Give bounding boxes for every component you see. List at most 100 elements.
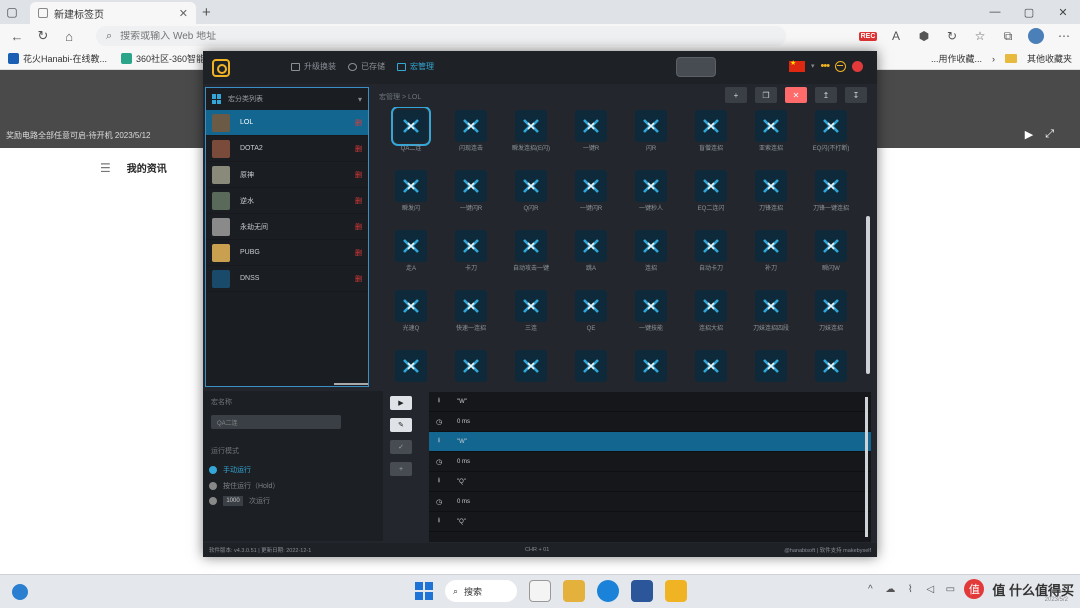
file-explorer-icon[interactable] [563, 580, 585, 602]
macro-item[interactable] [501, 347, 561, 389]
macro-item[interactable] [441, 347, 501, 389]
macro-item[interactable]: 一键R [561, 107, 621, 167]
chevron-up-icon[interactable]: ^ [864, 583, 876, 595]
device-selector[interactable] [676, 57, 716, 77]
horizontal-scrollbar[interactable] [334, 383, 368, 385]
step-row[interactable]: ⭳ "Q" [429, 512, 871, 532]
favorite-overflow[interactable]: ...用作收藏... [931, 52, 982, 65]
delete-group-icon[interactable]: 删 [355, 222, 362, 232]
fullscreen-icon[interactable]: ⤢ [1045, 128, 1054, 141]
step-row[interactable]: ⭳ "Q" [429, 472, 871, 492]
macro-item[interactable]: 光速Q [381, 287, 441, 347]
close-tab-icon[interactable]: ✕ [179, 7, 188, 20]
macro-item[interactable]: 三连 [501, 287, 561, 347]
refresh-icon[interactable]: ↻ [32, 25, 54, 47]
chevron-right-icon[interactable]: › [992, 54, 995, 64]
favorites-icon[interactable]: ☆ [970, 26, 990, 46]
macro-app-taskbar-icon[interactable] [665, 580, 687, 602]
macro-item[interactable]: 亚索连招 [741, 107, 801, 167]
weather-icon[interactable] [12, 584, 28, 600]
macro-item[interactable] [741, 347, 801, 389]
macro-item[interactable]: 卡刀 [441, 227, 501, 287]
new-tab-button[interactable]: + [202, 4, 211, 21]
nav-saved[interactable]: 已存储 [348, 61, 385, 72]
macro-item[interactable]: 自动卡刀 [681, 227, 741, 287]
menu-icon[interactable]: ☰ [100, 161, 111, 175]
macro-item[interactable]: 闪R [621, 107, 681, 167]
delete-group-icon[interactable]: 删 [355, 118, 362, 128]
record-icon[interactable]: REC [858, 26, 878, 46]
battery-icon[interactable]: ▭ [944, 583, 956, 595]
repeat-count-field[interactable]: 1000 [223, 496, 243, 506]
read-aloud-icon[interactable]: A [886, 26, 906, 46]
nav-macro[interactable]: 宏管理 [397, 61, 434, 72]
windows-start-icon[interactable] [415, 582, 433, 600]
macro-item[interactable]: 刀锋连招 [741, 167, 801, 227]
macro-item[interactable]: 一键闪R [561, 167, 621, 227]
delete-macro-button[interactable]: ✕ [785, 87, 807, 103]
macro-item[interactable]: 连招大招 [681, 287, 741, 347]
close-window-icon[interactable]: ✕ [1046, 6, 1080, 19]
group-item[interactable]: DNSS 删 [206, 266, 368, 292]
macro-item[interactable]: 盲僧连招 [681, 107, 741, 167]
chevron-down-icon[interactable]: ▾ [811, 62, 815, 70]
step-row[interactable]: ◷ 0 ms [429, 452, 871, 472]
maximize-icon[interactable]: ▢ [1012, 6, 1046, 19]
browser-tab[interactable]: 新建标签页 ✕ [30, 2, 196, 24]
add-step-button[interactable]: + [390, 462, 412, 476]
delete-group-icon[interactable]: 删 [355, 170, 362, 180]
import-button[interactable]: ↥ [815, 87, 837, 103]
group-item[interactable]: 原神 删 [206, 162, 368, 188]
macro-item[interactable]: 刀锋一键连招 [801, 167, 861, 227]
other-favorites[interactable]: 其他收藏夹 [1027, 52, 1072, 65]
delete-group-icon[interactable]: 删 [355, 274, 362, 284]
close-icon[interactable] [852, 60, 864, 72]
macro-item[interactable]: QA二连 [381, 107, 441, 167]
taskbar-search[interactable]: ⌕ 搜索 [445, 580, 517, 602]
macro-item[interactable]: 瞬发连招(E闪) [501, 107, 561, 167]
address-input[interactable] [120, 30, 776, 42]
volume-icon[interactable]: ◁ [924, 583, 936, 595]
favorite-item[interactable]: 360社区-360智能... [121, 52, 213, 65]
macro-item[interactable] [381, 347, 441, 389]
macro-item[interactable]: 瞬发闪 [381, 167, 441, 227]
group-item[interactable]: 永劫无间 删 [206, 214, 368, 240]
chevron-down-icon[interactable]: ▾ [358, 95, 362, 104]
macro-item[interactable]: 闪现连击 [441, 107, 501, 167]
export-button[interactable]: ↧ [845, 87, 867, 103]
macro-item[interactable]: EQ二连闪 [681, 167, 741, 227]
macro-item[interactable]: 一键闪R [441, 167, 501, 227]
play-icon[interactable]: ▶ [1025, 128, 1033, 141]
minimize-icon[interactable] [835, 60, 847, 72]
macro-item[interactable]: 补刀 [741, 227, 801, 287]
nav-upgrade[interactable]: 升级换装 [291, 61, 336, 72]
macro-name-input[interactable] [211, 415, 341, 429]
vertical-scrollbar[interactable] [866, 216, 870, 374]
mode-hold-radio[interactable]: 按住运行（Hold） [209, 481, 279, 491]
wifi-icon[interactable]: ⌇ [904, 583, 916, 595]
edge-icon[interactable] [597, 580, 619, 602]
extension-icon[interactable]: ⬢ [914, 26, 934, 46]
step-row[interactable]: ⭳ "W" [429, 432, 871, 452]
macro-item[interactable]: 一键秒人 [621, 167, 681, 227]
macro-item[interactable]: QE [561, 287, 621, 347]
profile-avatar[interactable] [1026, 26, 1046, 46]
more-icon[interactable]: ⋯ [1054, 26, 1074, 46]
edit-button[interactable]: ✎ [390, 418, 412, 432]
macro-item[interactable]: 自动攻击一键 [501, 227, 561, 287]
group-header[interactable]: 宏分类列表 ▾ [206, 88, 368, 110]
macro-item[interactable] [681, 347, 741, 389]
address-box[interactable]: ⌕ [96, 26, 786, 46]
step-row[interactable]: ◷ 0 ms [429, 492, 871, 512]
macro-item[interactable]: 走A [381, 227, 441, 287]
copy-macro-button[interactable]: ❐ [755, 87, 777, 103]
delete-group-icon[interactable]: 删 [355, 144, 362, 154]
macro-item[interactable]: 跳A [561, 227, 621, 287]
cloud-icon[interactable]: ☁ [884, 583, 896, 595]
favorite-item[interactable]: 花火Hanabi-在线教... [8, 52, 107, 65]
tab-actions-icon[interactable]: ▢ [0, 0, 24, 24]
step-scrollbar[interactable] [865, 397, 868, 537]
macro-item[interactable]: 瞬闪W [801, 227, 861, 287]
delete-group-icon[interactable]: 删 [355, 248, 362, 258]
confirm-button[interactable]: ✓ [390, 440, 412, 454]
